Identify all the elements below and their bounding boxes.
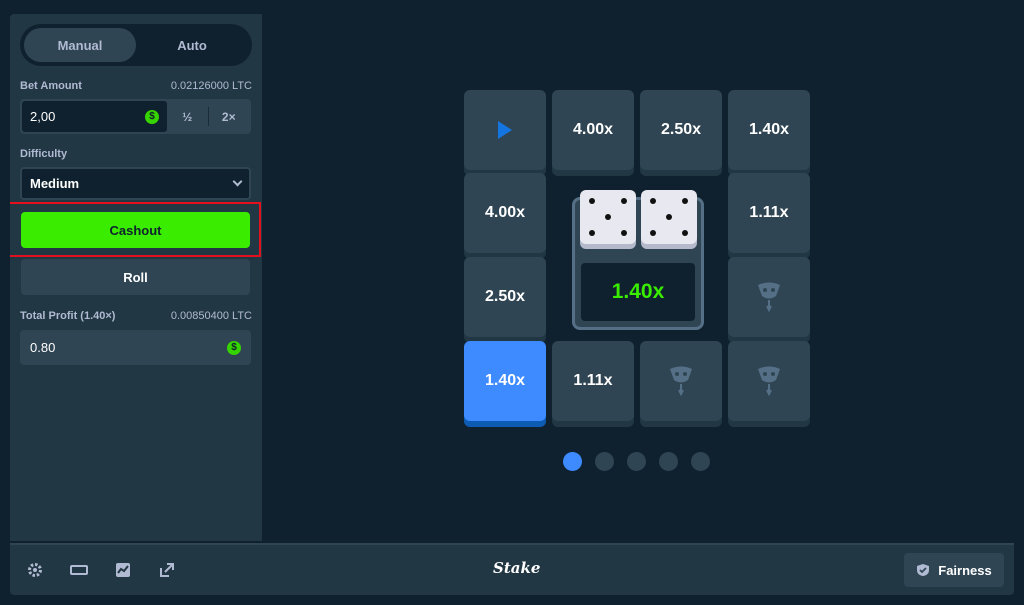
bet-amount-group: $ ½ 2× [20,99,251,134]
die-right [641,190,697,244]
double-bet-button[interactable]: 2× [209,101,250,132]
board-tile: 1.11x [728,173,810,253]
total-profit-value: 0.80 [30,340,56,355]
page-dot[interactable] [563,452,582,471]
page-dot[interactable] [659,452,678,471]
dollar-coin-icon: $ [145,109,159,124]
skull-tile [728,341,810,421]
skull-icon [758,366,780,396]
stats-chart-icon[interactable] [112,559,134,581]
board-tile: 1.40x [728,90,810,170]
popout-icon[interactable] [156,559,178,581]
skull-icon [758,282,780,312]
difficulty-value: Medium [30,176,80,191]
total-profit-label: Total Profit (1.40×) [20,310,116,322]
dice-panel: 1.40x [572,190,704,330]
roll-button[interactable]: Roll [21,259,250,295]
skull-tile [640,341,722,421]
bet-amount-field[interactable]: $ [22,101,167,132]
bet-sidebar: Manual Auto Bet Amount 0.02126000 LTC $ … [10,14,262,541]
tab-auto[interactable]: Auto [136,28,248,62]
half-bet-button[interactable]: ½ [167,101,208,132]
difficulty-select[interactable]: Medium [20,167,251,200]
board-tile: 4.00x [552,90,634,170]
bet-crypto-value: 0.02126000 LTC [170,80,252,92]
shield-check-icon [917,564,930,576]
bet-amount-input[interactable] [30,109,130,124]
difficulty-label: Difficulty [20,148,68,160]
stake-logo: Stake [493,559,541,577]
page-dot[interactable] [691,452,710,471]
profit-crypto-value: 0.00850400 LTC [170,310,252,322]
bet-amount-label: Bet Amount [20,80,82,92]
dollar-coin-icon: $ [227,340,241,355]
theatre-mode-icon[interactable] [68,559,90,581]
profit-label-row: Total Profit (1.40×) 0.00850400 LTC [20,310,252,322]
fairness-button[interactable]: Fairness [904,553,1004,587]
fairness-label: Fairness [938,562,992,578]
gear-icon[interactable] [24,559,46,581]
current-multiplier: 1.40x [581,263,695,321]
board-tile: 2.50x [464,257,546,337]
board-tile: 4.00x [464,173,546,253]
total-profit-field: 0.80 $ [20,330,251,365]
die-left [580,190,636,244]
start-tile [464,90,546,170]
game-frame: Manual Auto Bet Amount 0.02126000 LTC $ … [10,14,1014,595]
play-icon [498,121,512,139]
cashout-button[interactable]: Cashout [21,212,250,248]
page-dots [563,452,710,471]
bet-amount-label-row: Bet Amount 0.02126000 LTC [20,80,252,92]
game-footer: Stake Fairness [10,543,1014,595]
page-dot[interactable] [627,452,646,471]
skull-tile [728,257,810,337]
board-tile: 1.11x [552,341,634,421]
page-dot[interactable] [595,452,614,471]
board-tile: 2.50x [640,90,722,170]
tab-manual[interactable]: Manual [24,28,136,62]
difficulty-label-row: Difficulty [20,148,252,160]
chevron-down-icon [232,176,243,187]
current-tile: 1.40x [464,341,546,421]
skull-icon [670,366,692,396]
mode-toggle: Manual Auto [20,24,252,66]
game-board-area: 4.00x 2.50x 1.40x 4.00x 2.50x 1.11x 1.40… [262,14,1014,541]
